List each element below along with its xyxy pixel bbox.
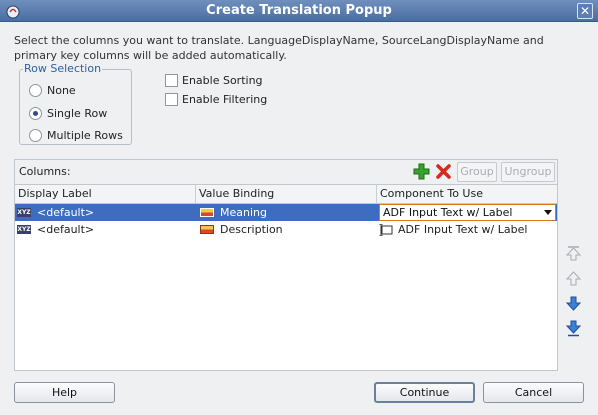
close-icon: ✕ <box>579 4 591 18</box>
title-bar: Create Translation Popup ✕ <box>0 0 598 22</box>
cell-value-binding[interactable]: Meaning <box>200 205 267 220</box>
window-title: Create Translation Popup <box>206 3 392 18</box>
text-field-icon: XYZ <box>17 208 31 217</box>
radio-single-row-label: Single Row <box>47 106 108 120</box>
chevron-down-icon[interactable] <box>544 210 552 215</box>
header-component[interactable]: Component To Use <box>377 187 483 200</box>
continue-button-label: Continue <box>399 386 450 399</box>
group-button-label: Group <box>460 165 494 178</box>
columns-label: Columns: <box>19 165 71 178</box>
value-binding-value: Description <box>220 223 283 236</box>
continue-button[interactable]: Continue <box>374 382 475 403</box>
row-selection-legend: Row Selection <box>23 62 103 75</box>
header-value-binding[interactable]: Value Binding <box>196 187 274 200</box>
columns-panel: Columns: Group Ungroup Display Label Val… <box>14 159 558 371</box>
cell-display-label[interactable]: XYZ <default> <box>17 205 94 220</box>
display-label-value: <default> <box>37 206 95 219</box>
value-binding-value: Meaning <box>220 206 267 219</box>
move-to-bottom-icon[interactable] <box>565 320 582 337</box>
enable-sorting-label: Enable Sorting <box>182 73 263 87</box>
display-label-value: <default> <box>37 223 95 236</box>
cancel-button-label: Cancel <box>514 386 553 399</box>
component-value: ADF Input Text w/ Label <box>398 223 528 236</box>
move-to-top-icon[interactable] <box>565 245 582 262</box>
text-field-icon: XYZ <box>17 225 31 234</box>
cell-component[interactable]: ADF Input Text w/ Label <box>379 222 527 237</box>
ungroup-button[interactable]: Ungroup <box>501 162 555 182</box>
move-down-icon[interactable] <box>565 295 582 312</box>
cell-value-binding[interactable]: Description <box>200 222 283 237</box>
row-selection-group: Row Selection None Single Row Multiple R… <box>19 63 132 145</box>
attribute-icon <box>200 208 214 217</box>
description-text: Select the columns you want to translate… <box>14 34 544 62</box>
enable-sorting-checkbox[interactable]: Enable Sorting <box>165 72 263 88</box>
help-button[interactable]: Help <box>14 382 115 403</box>
enable-filtering-box[interactable] <box>165 92 178 106</box>
columns-panel-header: Columns: Group Ungroup <box>15 160 557 183</box>
radio-single-row-button[interactable] <box>29 106 42 120</box>
move-up-icon[interactable] <box>565 270 582 287</box>
table-row[interactable]: XYZ <default> Description ADF Input Text… <box>15 221 557 238</box>
radio-multiple-rows[interactable]: Multiple Rows <box>29 127 123 143</box>
cancel-button[interactable]: Cancel <box>483 382 584 403</box>
radio-none-label: None <box>47 83 76 97</box>
delete-icon[interactable] <box>435 163 452 180</box>
table-row[interactable]: XYZ <default> Meaning ADF Input Text w/ … <box>15 204 557 221</box>
radio-single-row[interactable]: Single Row <box>29 105 107 121</box>
component-select[interactable]: ADF Input Text w/ Label <box>379 204 556 221</box>
enable-filtering-checkbox[interactable]: Enable Filtering <box>165 91 267 107</box>
group-button[interactable]: Group <box>457 162 497 182</box>
attribute-icon <box>200 225 214 234</box>
help-button-label: Help <box>51 386 78 399</box>
enable-filtering-label: Enable Filtering <box>182 92 268 106</box>
radio-multiple-rows-label: Multiple Rows <box>47 128 123 142</box>
table-header: Display Label Value Binding Component To… <box>15 185 557 204</box>
add-icon[interactable] <box>413 163 430 180</box>
component-select-value: ADF Input Text w/ Label <box>383 206 513 219</box>
radio-multiple-rows-button[interactable] <box>29 128 42 142</box>
radio-none[interactable]: None <box>29 82 76 98</box>
enable-sorting-box[interactable] <box>165 73 178 87</box>
cell-display-label[interactable]: XYZ <default> <box>17 222 94 237</box>
ungroup-button-label: Ungroup <box>504 165 552 178</box>
input-text-icon <box>379 223 393 236</box>
header-display-label[interactable]: Display Label <box>15 187 92 200</box>
radio-none-button[interactable] <box>29 83 42 97</box>
close-button[interactable]: ✕ <box>577 3 593 19</box>
columns-table: Display Label Value Binding Component To… <box>15 184 557 370</box>
